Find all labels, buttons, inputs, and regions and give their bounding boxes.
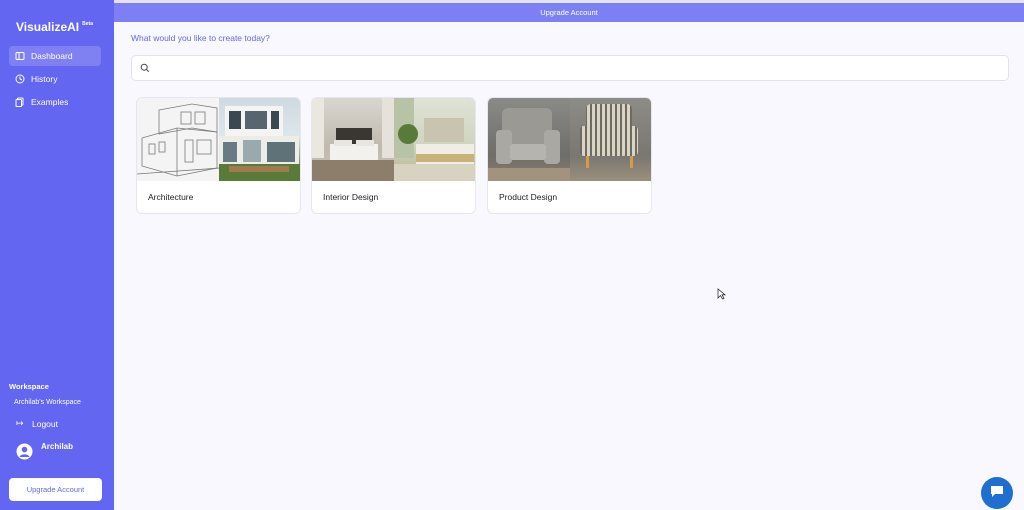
sidebar-nav: Dashboard History Examples — [9, 46, 101, 115]
sidebar-item-label: History — [31, 74, 58, 84]
sidebar: VisualizeAI Beta Dashboard History Examp… — [0, 0, 114, 510]
product-armchair-image-1 — [488, 98, 570, 181]
app-root: VisualizeAI Beta Dashboard History Examp… — [0, 0, 1024, 510]
sidebar-item-label: Dashboard — [31, 51, 73, 61]
upgrade-banner-label: Upgrade Account — [540, 8, 598, 17]
page-prompt: What would you like to create today? — [131, 33, 270, 43]
category-card-product-design[interactable]: Product Design — [487, 97, 652, 214]
user-name: Archilab — [41, 442, 74, 451]
beta-badge: Beta — [82, 21, 93, 27]
sidebar-item-history[interactable]: History — [9, 69, 101, 89]
card-label: Architecture — [148, 192, 194, 202]
logout-button[interactable]: ↦ Logout — [16, 418, 58, 429]
brand-name: VisualizeAI — [16, 20, 80, 34]
avatar-icon — [16, 443, 33, 460]
card-label: Interior Design — [323, 192, 379, 202]
interior-bedroom-image-1 — [312, 98, 394, 181]
brand-logo[interactable]: VisualizeAI Beta — [16, 20, 93, 34]
history-icon — [15, 74, 25, 84]
sidebar-item-examples[interactable]: Examples — [9, 92, 101, 112]
mouse-cursor-icon — [717, 287, 727, 305]
upgrade-banner[interactable]: Upgrade Account — [114, 3, 1024, 22]
interior-bedroom-image-2 — [393, 98, 475, 181]
search-input[interactable] — [156, 63, 996, 73]
category-card-architecture[interactable]: Architecture — [136, 97, 301, 214]
chat-icon — [989, 483, 1005, 504]
workspace-selector[interactable]: Archilab's Workspace — [14, 399, 81, 406]
logout-icon: ↦ — [16, 418, 24, 428]
examples-icon — [15, 97, 25, 107]
card-image — [312, 98, 475, 181]
dashboard-icon — [15, 51, 25, 61]
sidebar-item-dashboard[interactable]: Dashboard — [9, 46, 101, 66]
category-card-interior-design[interactable]: Interior Design — [311, 97, 476, 214]
card-image — [488, 98, 651, 181]
card-image — [137, 98, 300, 181]
card-label: Product Design — [499, 192, 558, 202]
sidebar-item-label: Examples — [31, 97, 69, 107]
search-icon — [140, 63, 150, 73]
user-profile[interactable]: Archilab — [16, 440, 73, 460]
logout-label: Logout — [32, 418, 58, 429]
upgrade-account-button[interactable]: Upgrade Account — [9, 478, 102, 501]
chat-support-button[interactable] — [981, 477, 1013, 509]
architecture-sketch-image — [137, 98, 219, 181]
product-armchair-image-2 — [569, 98, 651, 181]
workspace-title: Workspace — [9, 382, 49, 391]
search-bar[interactable] — [131, 55, 1009, 81]
architecture-photo-image — [218, 98, 300, 181]
